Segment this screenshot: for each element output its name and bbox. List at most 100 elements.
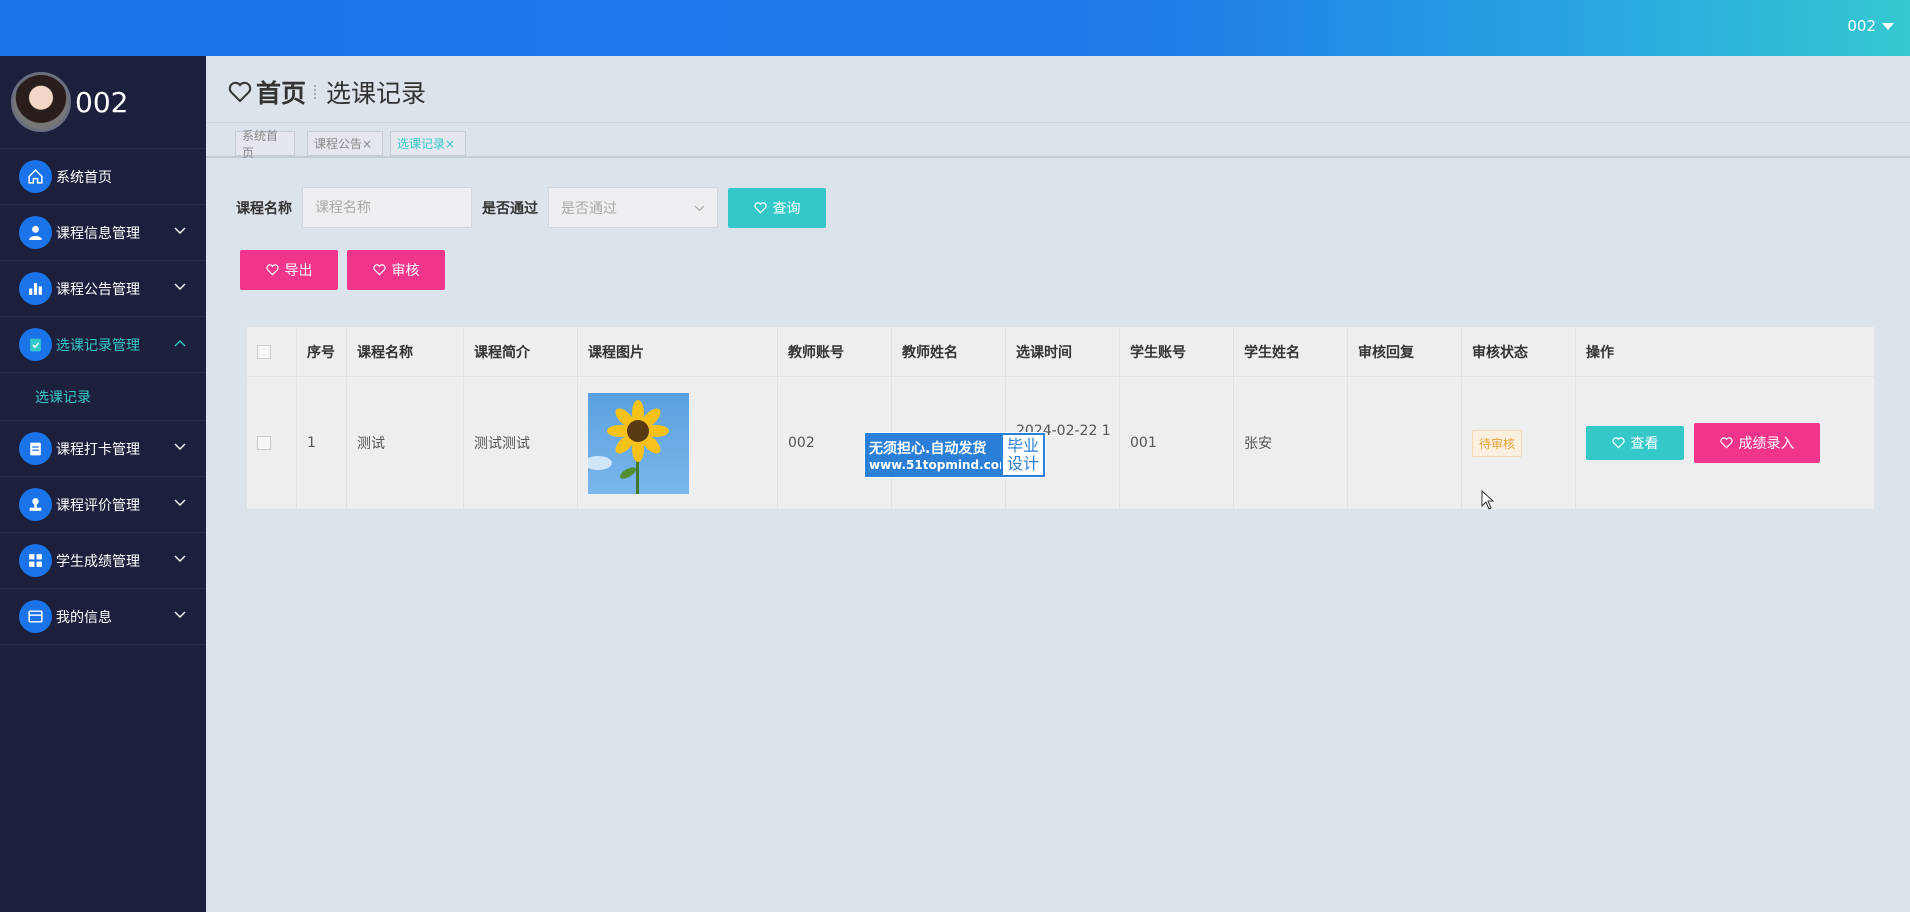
submenu-label: 选课记录 [35, 389, 91, 406]
column-header: 学生姓名 [1234, 327, 1348, 376]
chevron-down-icon [174, 227, 186, 234]
query-button-label: 查询 [772, 200, 801, 217]
user-icon [19, 216, 52, 249]
sidebar-item-course-info[interactable]: 课程信息管理 [0, 205, 206, 261]
sidebar-item-home[interactable]: 系统首页 [0, 149, 206, 205]
profile: 002 [0, 56, 206, 149]
grid-icon [19, 544, 52, 577]
sidebar-item-label: 课程打卡管理 [56, 441, 140, 458]
tab-label: 系统首页 [242, 128, 279, 160]
heart-icon [265, 264, 279, 276]
sidebar-item-label: 课程公告管理 [56, 281, 140, 298]
heart-icon [228, 81, 252, 103]
watermark: 无须担心.自动发货 www.51topmind.com 毕业 设计 [864, 432, 1046, 478]
submenu-selection-record[interactable]: 选课记录 [0, 373, 206, 421]
heart-icon [753, 201, 767, 213]
cell-student-name: 张安 [1234, 377, 1348, 509]
user-menu[interactable]: 002 [1847, 17, 1894, 35]
caret-down-icon [1882, 22, 1894, 30]
tab-label: 课程公告 [314, 137, 363, 151]
sidebar-item-grades[interactable]: 学生成绩管理 [0, 533, 206, 589]
clipboard-icon [19, 328, 52, 361]
main-content: 首页 选课记录 系统首页 课程公告 × 选课记录 × 课程名称 是否通过 是否通… [206, 56, 1910, 912]
column-header: 课程名称 [347, 327, 464, 376]
breadcrumb-current: 选课记录 [326, 79, 427, 108]
watermark-right1: 毕业 [1006, 436, 1039, 455]
heart-icon [372, 264, 386, 276]
avatar [11, 72, 71, 132]
heart-icon [1719, 437, 1733, 449]
course-name-label: 课程名称 [236, 200, 292, 217]
card-icon [19, 600, 52, 633]
pass-select[interactable]: 是否通过 [548, 187, 718, 228]
view-button[interactable]: 查看 [1586, 426, 1684, 460]
cell-review-reply [1348, 377, 1462, 509]
sidebar-item-label: 系统首页 [56, 169, 112, 186]
course-image[interactable] [588, 392, 689, 494]
close-icon[interactable]: × [445, 137, 455, 151]
select-all-checkbox[interactable] [257, 344, 271, 359]
watermark-line1: 无须担心.自动发货 [869, 441, 987, 457]
bar-chart-icon [19, 272, 52, 305]
breadcrumb-home[interactable]: 首页 [256, 74, 306, 110]
chevron-down-icon [174, 283, 186, 290]
grade-entry-button[interactable]: 成绩录入 [1694, 423, 1820, 463]
user-name: 002 [1847, 17, 1876, 35]
sidebar-item-course-notice[interactable]: 课程公告管理 [0, 261, 206, 317]
row-checkbox[interactable] [257, 436, 271, 450]
chevron-down-icon [174, 499, 186, 506]
search-bar: 课程名称 是否通过 是否通过 查询 [236, 187, 826, 228]
column-header: 教师姓名 [892, 327, 1006, 376]
tab-course-notice[interactable]: 课程公告 × [307, 131, 383, 156]
tab-selection-record[interactable]: 选课记录 × [390, 131, 466, 156]
sidebar-item-my-info[interactable]: 我的信息 [0, 589, 206, 645]
grade-entry-button-label: 成绩录入 [1738, 436, 1795, 452]
tab-home[interactable]: 系统首页 [235, 129, 295, 160]
chevron-down-icon [174, 443, 186, 450]
sidebar-item-selection-record[interactable]: 选课记录管理 [0, 317, 206, 373]
sidebar-item-label: 课程评价管理 [56, 497, 140, 514]
chevron-down-icon [694, 205, 705, 212]
view-button-label: 查看 [1630, 436, 1659, 452]
tab-label: 选课记录 [397, 137, 446, 151]
home-icon [19, 160, 52, 193]
sidebar: 002 系统首页 课程信息管理 课程公告管理 选课记录管理 选课记录 课程打卡管… [0, 56, 206, 912]
column-header: 选课时间 [1006, 327, 1120, 376]
row-select-cell [247, 377, 297, 509]
course-name-input[interactable] [302, 187, 472, 228]
column-header: 教师账号 [778, 327, 892, 376]
review-button-label: 审核 [391, 263, 420, 279]
pass-label: 是否通过 [482, 200, 538, 217]
mouse-cursor-icon [1481, 490, 1495, 510]
cell-course-image [578, 377, 778, 509]
chevron-down-icon [174, 555, 186, 562]
clipboard-list-icon [19, 432, 52, 465]
chevron-down-icon [174, 611, 186, 618]
cell-status: 待审核 [1462, 377, 1576, 509]
breadcrumb-separator [314, 85, 318, 99]
column-header: 操作 [1586, 344, 1614, 361]
watermark-line2: www.51topmind.com [869, 458, 1012, 472]
tabs-bar: 系统首页 课程公告 × 选课记录 × [206, 122, 1910, 160]
action-bar: 导出 审核 [240, 250, 445, 290]
sidebar-item-label: 我的信息 [56, 609, 112, 626]
query-button[interactable]: 查询 [728, 187, 826, 228]
cell-student-account: 001 [1120, 377, 1234, 509]
table-row: 1 测试 测试测试 002 2024-02-22 1 001 张安 待审核 查看… [247, 377, 1874, 509]
sidebar-item-label: 学生成绩管理 [56, 553, 140, 570]
cell-operations: 查看 成绩录入 [1576, 377, 1874, 509]
column-header: 课程图片 [578, 327, 778, 376]
sunflower-image [588, 399, 669, 494]
records-table: 序号 课程名称 课程简介 课程图片 教师账号 教师姓名 选课时间 学生账号 学生… [246, 326, 1875, 510]
chevron-up-icon [174, 340, 186, 347]
breadcrumb: 首页 选课记录 [228, 72, 426, 112]
review-button[interactable]: 审核 [347, 250, 445, 290]
export-button[interactable]: 导出 [240, 250, 338, 290]
sidebar-item-checkin[interactable]: 课程打卡管理 [0, 421, 206, 477]
column-header: 审核状态 [1462, 327, 1576, 376]
cell-index: 1 [297, 377, 347, 509]
close-icon[interactable]: × [362, 137, 372, 151]
sidebar-item-evaluation[interactable]: 课程评价管理 [0, 477, 206, 533]
watermark-right2: 设计 [1006, 454, 1039, 473]
top-bar: 002 [0, 0, 1910, 56]
